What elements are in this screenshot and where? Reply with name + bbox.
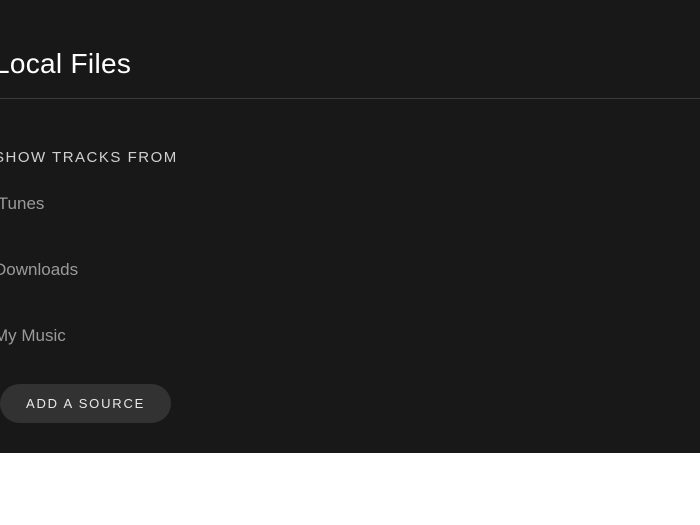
add-source-button[interactable]: ADD A SOURCE xyxy=(0,384,171,423)
section-header: SHOW TRACKS FROM xyxy=(0,99,700,194)
source-item-mymusic[interactable]: My Music xyxy=(0,326,700,392)
page-title: Local Files xyxy=(0,0,700,98)
source-item-itunes[interactable]: iTunes xyxy=(0,194,700,260)
source-item-downloads[interactable]: Downloads xyxy=(0,260,700,326)
local-files-panel: Local Files SHOW TRACKS FROM iTunes Down… xyxy=(0,0,700,453)
